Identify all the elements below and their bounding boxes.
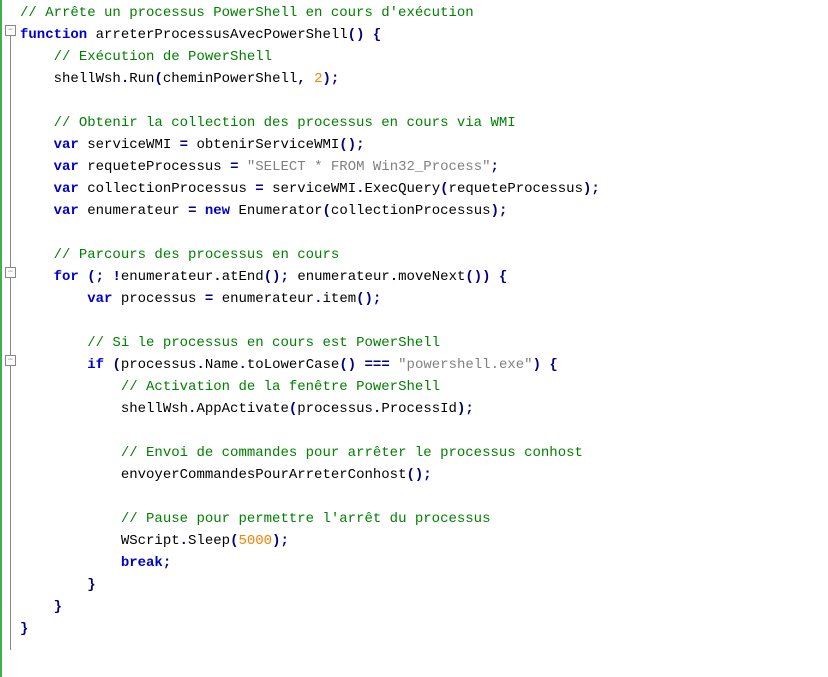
- code-line: if (processus.Name.toLowerCase() === "po…: [20, 354, 828, 376]
- code-line: // Obtenir la collection des processus e…: [20, 112, 828, 134]
- fold-toggle-for[interactable]: −: [5, 267, 16, 278]
- code-line: // Parcours des processus en cours: [20, 244, 828, 266]
- code-line: [20, 420, 828, 442]
- code-line: var processus = enumerateur.item();: [20, 288, 828, 310]
- code-line: envoyerCommandesPourArreterConhost();: [20, 464, 828, 486]
- code-line: [20, 222, 828, 244]
- code-line: // Envoi de commandes pour arrêter le pr…: [20, 442, 828, 464]
- fold-toggle-if[interactable]: −: [5, 355, 16, 366]
- code-line: }: [20, 574, 828, 596]
- fold-toggle-function[interactable]: −: [5, 25, 16, 36]
- code-line: break;: [20, 552, 828, 574]
- code-line: var enumerateur = new Enumerator(collect…: [20, 200, 828, 222]
- code-line: // Activation de la fenêtre PowerShell: [20, 376, 828, 398]
- code-content[interactable]: // Arrête un processus PowerShell en cou…: [20, 0, 828, 677]
- code-editor: − − − // Arrête un processus PowerShell …: [0, 0, 828, 677]
- code-line: shellWsh.AppActivate(processus.ProcessId…: [20, 398, 828, 420]
- code-line: function arreterProcessusAvecPowerShell(…: [20, 24, 828, 46]
- fold-gutter: − − −: [0, 0, 20, 677]
- code-line: var serviceWMI = obtenirServiceWMI();: [20, 134, 828, 156]
- code-line: // Exécution de PowerShell: [20, 46, 828, 68]
- code-line: WScript.Sleep(5000);: [20, 530, 828, 552]
- code-line: for (; !enumerateur.atEnd(); enumerateur…: [20, 266, 828, 288]
- code-line: shellWsh.Run(cheminPowerShell, 2);: [20, 68, 828, 90]
- code-line: [20, 90, 828, 112]
- code-line: // Arrête un processus PowerShell en cou…: [20, 2, 828, 24]
- code-line: [20, 486, 828, 508]
- code-line: }: [20, 618, 828, 640]
- code-line: // Pause pour permettre l'arrêt du proce…: [20, 508, 828, 530]
- code-line: }: [20, 596, 828, 618]
- code-line: [20, 310, 828, 332]
- code-line: var collectionProcessus = serviceWMI.Exe…: [20, 178, 828, 200]
- code-line: // Si le processus en cours est PowerShe…: [20, 332, 828, 354]
- code-line: var requeteProcessus = "SELECT * FROM Wi…: [20, 156, 828, 178]
